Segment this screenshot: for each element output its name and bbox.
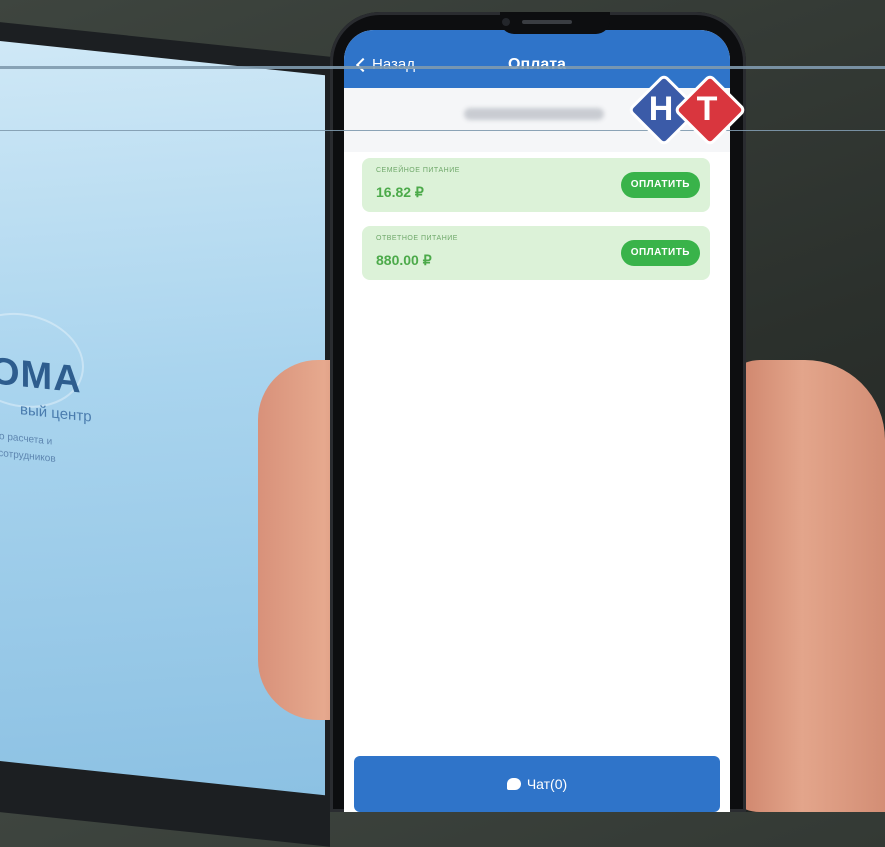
payment-card: СЕМЕЙНОЕ ПИТАНИЕ 16.82 ₽ ОПЛАТИТЬ: [362, 158, 710, 212]
payment-card: ОТВЕТНОЕ ПИТАНИЕ 880.00 ₽ ОПЛАТИТЬ: [362, 226, 710, 280]
chat-button[interactable]: Чат(0): [354, 756, 720, 812]
monitor-subtitle: вый центр: [20, 401, 92, 426]
nt-logo: H T: [627, 73, 747, 148]
chat-label: Чат(0): [526, 776, 568, 792]
monitor-text-line: я сотрудников: [0, 447, 56, 465]
page-title: Оплата: [508, 56, 566, 73]
payment-amount: 880.00 ₽: [376, 252, 432, 268]
payment-label: СЕМЕЙНОЕ ПИТАНИЕ: [376, 167, 460, 174]
chat-bubble-icon: [506, 778, 521, 790]
overlay-line: [0, 66, 885, 69]
payment-amount: 16.82 ₽: [376, 184, 424, 200]
logo-letter: T: [696, 90, 718, 128]
monitor-brand-text: OMA: [0, 350, 82, 402]
payment-label: ОТВЕТНОЕ ПИТАНИЕ: [376, 235, 458, 242]
pay-button[interactable]: ОПЛАТИТЬ: [620, 240, 700, 266]
monitor-text-line: ого расчета и: [0, 430, 53, 448]
speaker-grille: [522, 20, 572, 24]
camera-icon: [502, 18, 510, 26]
blurred-subheader-text: [464, 108, 604, 120]
pay-button[interactable]: ОПЛАТИТЬ: [620, 172, 700, 198]
overlay-line: [0, 130, 885, 131]
